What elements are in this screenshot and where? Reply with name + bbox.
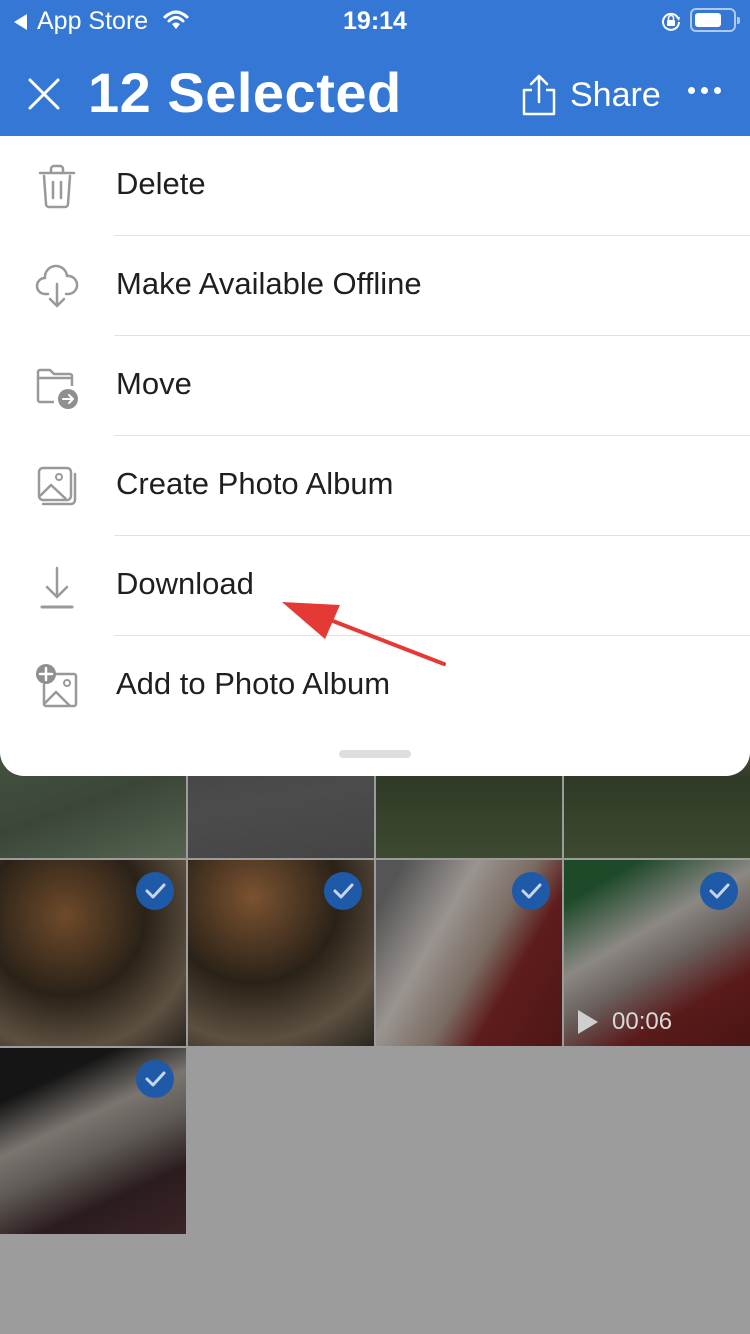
add-photo-icon bbox=[36, 664, 78, 708]
battery-icon bbox=[690, 8, 740, 32]
menu-item-delete[interactable]: Delete bbox=[0, 136, 750, 236]
sheet-grabber[interactable] bbox=[339, 750, 411, 758]
menu-label: Move bbox=[116, 366, 192, 401]
rotation-lock-icon bbox=[662, 12, 680, 31]
more-dot-icon bbox=[688, 86, 695, 94]
more-dot-icon bbox=[714, 86, 721, 94]
selected-check-icon[interactable] bbox=[136, 1060, 174, 1098]
menu-label: Create Photo Album bbox=[116, 466, 394, 501]
video-badge: 00:06 bbox=[578, 1008, 672, 1036]
trash-icon bbox=[38, 164, 76, 209]
cloud-download-icon bbox=[35, 264, 79, 308]
selection-title: 12 Selected bbox=[88, 61, 402, 124]
more-options-button[interactable] bbox=[688, 80, 724, 100]
menu-item-move[interactable]: Move bbox=[0, 336, 750, 436]
action-sheet: Delete Make Available Offline Move Creat… bbox=[0, 136, 750, 776]
download-icon bbox=[40, 566, 74, 609]
annotation-arrow-icon bbox=[282, 602, 446, 666]
more-dot-icon bbox=[701, 86, 708, 94]
status-time: 19:14 bbox=[343, 7, 407, 35]
photo-album-icon bbox=[37, 466, 77, 506]
video-duration: 00:06 bbox=[612, 1008, 673, 1035]
photo-tile[interactable] bbox=[376, 860, 562, 1046]
menu-item-create-photo-album[interactable]: Create Photo Album bbox=[0, 436, 750, 536]
menu-item-make-available-offline[interactable]: Make Available Offline bbox=[0, 236, 750, 336]
status-bar: App Store 19:14 bbox=[0, 0, 750, 40]
close-icon[interactable] bbox=[26, 76, 62, 112]
photo-tile[interactable] bbox=[0, 860, 186, 1046]
share-icon bbox=[522, 74, 556, 116]
selected-check-icon[interactable] bbox=[324, 872, 362, 910]
share-label: Share bbox=[570, 75, 661, 114]
selection-toolbar: 12 Selected Share bbox=[0, 50, 750, 136]
play-icon bbox=[578, 1010, 598, 1034]
selected-check-icon[interactable] bbox=[700, 872, 738, 910]
selected-check-icon[interactable] bbox=[136, 872, 174, 910]
photo-tile[interactable] bbox=[0, 1048, 186, 1234]
selected-check-icon[interactable] bbox=[512, 872, 550, 910]
photo-tile[interactable] bbox=[188, 860, 374, 1046]
header-bar: App Store 19:14 12 Selected Share bbox=[0, 0, 750, 136]
share-button[interactable]: Share bbox=[520, 70, 661, 120]
folder-move-icon bbox=[36, 368, 78, 409]
menu-label: Download bbox=[116, 566, 254, 601]
menu-label: Delete bbox=[116, 166, 206, 201]
photo-tile[interactable]: 00:06 bbox=[564, 860, 750, 1046]
menu-label: Make Available Offline bbox=[116, 266, 422, 301]
